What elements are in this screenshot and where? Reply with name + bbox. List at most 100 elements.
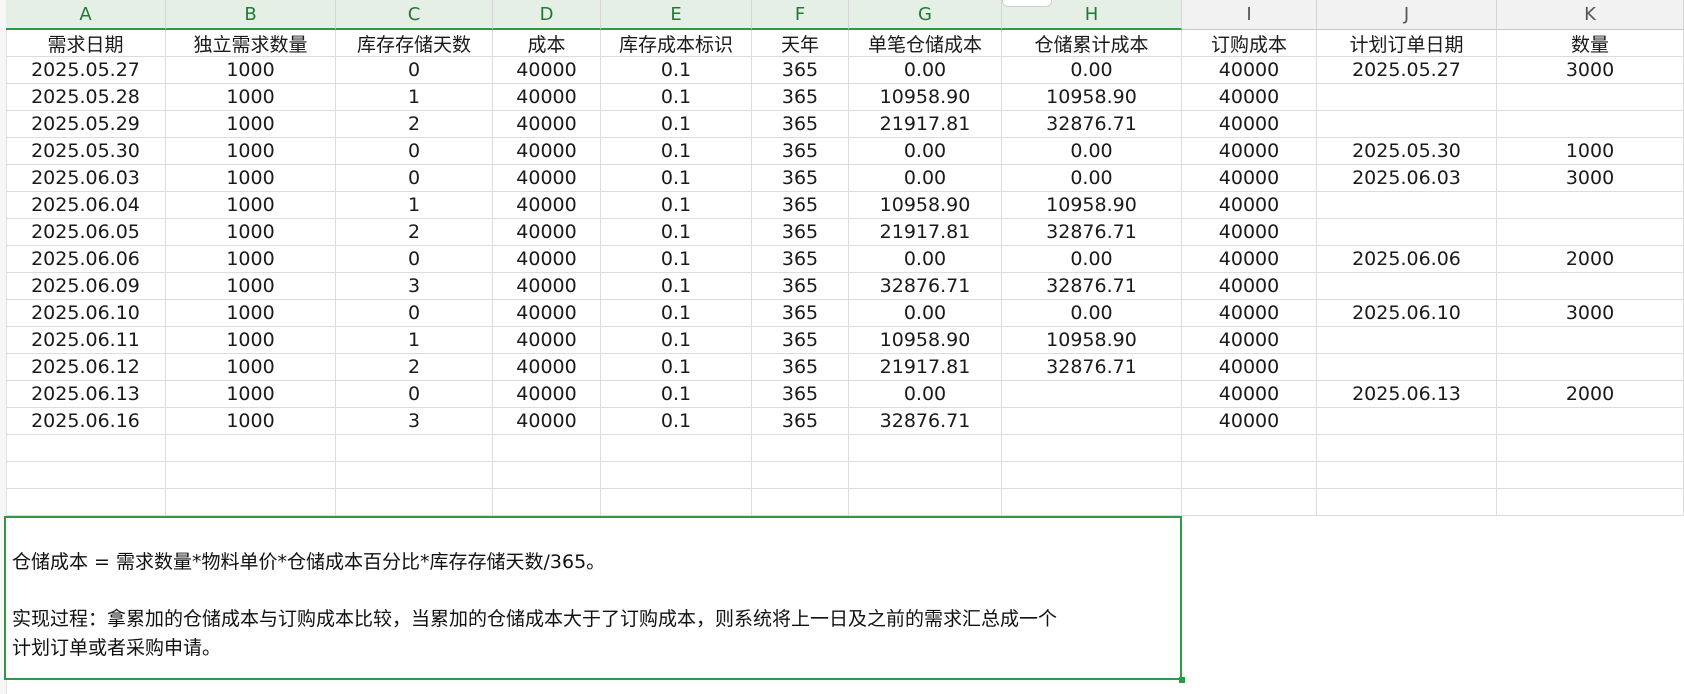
table-cell[interactable]: 2025.06.03 <box>1317 165 1497 192</box>
table-cell[interactable]: 0 <box>336 57 493 84</box>
table-cell[interactable]: 40000 <box>493 57 601 84</box>
table-cell[interactable]: 10958.90 <box>849 192 1002 219</box>
table-cell[interactable]: 40000 <box>1182 246 1317 273</box>
table-cell[interactable]: 1 <box>336 327 493 354</box>
column-header-g[interactable]: G <box>849 0 1002 30</box>
table-cell[interactable]: 0.1 <box>601 381 752 408</box>
table-cell[interactable]: 2000 <box>1497 381 1684 408</box>
empty-cell[interactable] <box>752 462 849 489</box>
empty-cell[interactable] <box>166 489 336 516</box>
table-cell[interactable]: 2025.06.03 <box>6 165 166 192</box>
header-cell[interactable]: 天年 <box>752 30 849 57</box>
header-cell[interactable]: 成本 <box>493 30 601 57</box>
table-cell[interactable] <box>1317 84 1497 111</box>
empty-cell[interactable] <box>1182 435 1317 462</box>
empty-cell[interactable] <box>1317 435 1497 462</box>
table-cell[interactable] <box>1497 84 1684 111</box>
table-cell[interactable]: 1 <box>336 192 493 219</box>
table-cell[interactable]: 40000 <box>493 84 601 111</box>
table-cell[interactable]: 40000 <box>493 381 601 408</box>
table-cell[interactable]: 0.1 <box>601 408 752 435</box>
table-cell[interactable] <box>1497 273 1684 300</box>
table-cell[interactable]: 2025.06.09 <box>6 273 166 300</box>
table-cell[interactable]: 40000 <box>493 111 601 138</box>
table-cell[interactable]: 1000 <box>166 219 336 246</box>
table-cell[interactable] <box>1497 219 1684 246</box>
table-cell[interactable] <box>1002 408 1182 435</box>
table-cell[interactable]: 365 <box>752 138 849 165</box>
table-cell[interactable]: 2025.05.30 <box>6 138 166 165</box>
empty-cell[interactable] <box>601 489 752 516</box>
table-cell[interactable]: 0 <box>336 246 493 273</box>
table-cell[interactable]: 365 <box>752 246 849 273</box>
table-cell[interactable]: 2025.05.29 <box>6 111 166 138</box>
table-cell[interactable]: 21917.81 <box>849 354 1002 381</box>
table-cell[interactable]: 3000 <box>1497 300 1684 327</box>
table-cell[interactable] <box>1317 273 1497 300</box>
table-cell[interactable]: 0.1 <box>601 138 752 165</box>
table-cell[interactable]: 40000 <box>1182 300 1317 327</box>
table-cell[interactable]: 40000 <box>493 354 601 381</box>
spreadsheet[interactable]: ABCDEFGHIJK 需求日期 独立需求数量 库存存储天数 成本 库存成本标识 天年 单笔… <box>0 0 1684 694</box>
table-cell[interactable]: 365 <box>752 219 849 246</box>
table-cell[interactable]: 365 <box>752 300 849 327</box>
table-cell[interactable]: 0 <box>336 300 493 327</box>
table-cell[interactable]: 10958.90 <box>849 327 1002 354</box>
empty-cell[interactable] <box>336 489 493 516</box>
table-cell[interactable]: 0.00 <box>849 165 1002 192</box>
header-cell[interactable]: 单笔仓储成本 <box>849 30 1002 57</box>
column-header-b[interactable]: B <box>166 0 336 30</box>
table-cell[interactable]: 40000 <box>493 138 601 165</box>
table-cell[interactable]: 0.1 <box>601 354 752 381</box>
table-cell[interactable]: 365 <box>752 327 849 354</box>
empty-cell[interactable] <box>1002 435 1182 462</box>
column-header-f[interactable]: F <box>752 0 849 30</box>
table-cell[interactable]: 2025.05.27 <box>1317 57 1497 84</box>
table-cell[interactable]: 2 <box>336 354 493 381</box>
table-cell[interactable]: 365 <box>752 57 849 84</box>
column-header-a[interactable]: A <box>6 0 166 30</box>
table-cell[interactable]: 365 <box>752 354 849 381</box>
table-cell[interactable]: 40000 <box>493 300 601 327</box>
table-cell[interactable]: 365 <box>752 381 849 408</box>
empty-cell[interactable] <box>1497 435 1684 462</box>
table-cell[interactable]: 1000 <box>166 246 336 273</box>
table-cell[interactable]: 32876.71 <box>1002 273 1182 300</box>
table-cell[interactable]: 1000 <box>166 408 336 435</box>
header-cell[interactable]: 需求日期 <box>6 30 166 57</box>
table-cell[interactable]: 365 <box>752 408 849 435</box>
empty-cell[interactable] <box>493 489 601 516</box>
empty-cell[interactable] <box>6 489 166 516</box>
table-cell[interactable]: 1000 <box>1497 138 1684 165</box>
table-cell[interactable] <box>1317 192 1497 219</box>
empty-cell[interactable] <box>601 435 752 462</box>
table-cell[interactable]: 10958.90 <box>1002 327 1182 354</box>
collapse-handle-icon[interactable] <box>1002 0 1052 7</box>
table-cell[interactable]: 3 <box>336 273 493 300</box>
header-cell[interactable]: 数量 <box>1497 30 1684 57</box>
header-cell[interactable]: 计划订单日期 <box>1317 30 1497 57</box>
table-cell[interactable]: 3000 <box>1497 165 1684 192</box>
table-cell[interactable]: 40000 <box>493 219 601 246</box>
table-cell[interactable]: 3 <box>336 408 493 435</box>
empty-cell[interactable] <box>752 489 849 516</box>
table-cell[interactable]: 21917.81 <box>849 111 1002 138</box>
empty-cell[interactable] <box>1002 462 1182 489</box>
table-cell[interactable]: 2025.05.28 <box>6 84 166 111</box>
table-cell[interactable]: 3000 <box>1497 57 1684 84</box>
table-cell[interactable]: 0.1 <box>601 192 752 219</box>
table-cell[interactable]: 2025.06.06 <box>1317 246 1497 273</box>
table-cell[interactable]: 0.1 <box>601 327 752 354</box>
table-cell[interactable]: 10958.90 <box>849 84 1002 111</box>
table-cell[interactable]: 0 <box>336 165 493 192</box>
column-header-e[interactable]: E <box>601 0 752 30</box>
table-cell[interactable]: 2000 <box>1497 246 1684 273</box>
table-cell[interactable]: 40000 <box>1182 273 1317 300</box>
empty-cell[interactable] <box>1317 462 1497 489</box>
table-cell[interactable]: 21917.81 <box>849 219 1002 246</box>
empty-cell[interactable] <box>849 489 1002 516</box>
table-cell[interactable]: 2025.06.05 <box>6 219 166 246</box>
table-cell[interactable]: 10958.90 <box>1002 192 1182 219</box>
empty-cell[interactable] <box>1182 462 1317 489</box>
table-cell[interactable]: 40000 <box>1182 219 1317 246</box>
